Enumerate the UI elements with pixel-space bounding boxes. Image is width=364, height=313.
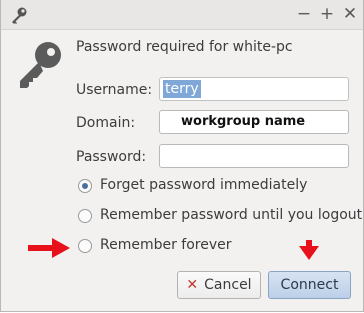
connect-button[interactable]: Connect [268,271,351,299]
password-label: Password: [76,149,147,165]
dialog-heading: Password required for white-pc [76,39,293,55]
radio-label: Remember password until you logout [100,207,363,223]
title-bar[interactable]: − + ✕ [1,0,363,30]
radio-label: Forget password immediately [100,177,308,193]
radio-button-checked[interactable] [78,179,92,193]
radio-button[interactable] [78,209,92,223]
domain-label: Domain: [76,115,136,131]
cancel-icon: ✕ [186,277,199,293]
cancel-label: Cancel [204,277,252,293]
close-button[interactable]: ✕ [339,3,361,25]
key-icon [20,42,61,88]
key-icon [12,7,27,24]
password-field[interactable] [159,144,349,168]
red-arrow-down-icon [299,240,319,260]
password-dialog: − + ✕ Password required for white-pc Use… [0,0,364,312]
minimize-button[interactable]: − [293,3,315,25]
username-value: terry [163,80,201,98]
red-arrow-right-icon [28,238,70,258]
radio-label: Remember forever [100,237,232,253]
maximize-button[interactable]: + [316,3,338,25]
username-label: Username: [76,82,153,98]
cancel-button[interactable]: ✕ Cancel [177,271,261,299]
radio-button[interactable] [78,239,92,253]
domain-value: workgroup name [181,114,306,129]
